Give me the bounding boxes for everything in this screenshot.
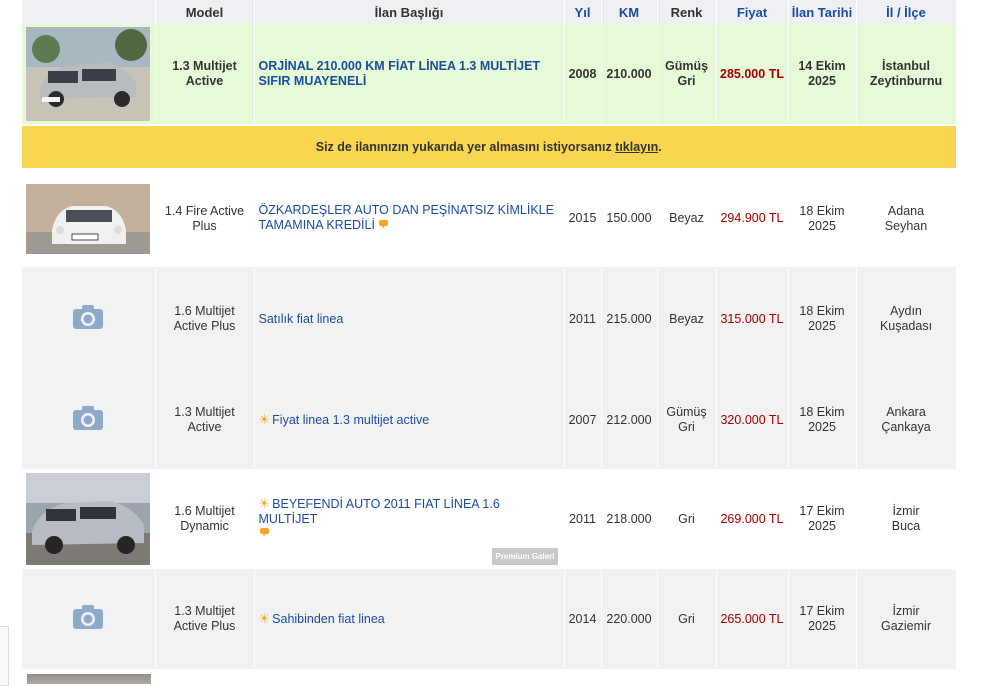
table-header-row: Model İlan Başlığı Yıl KM Renk Fiyat İla… [22, 0, 957, 24]
listing-location: Ankara Çankaya [856, 371, 957, 469]
listing-km: 212.000 [601, 371, 658, 469]
car-photo-silver-sedan[interactable] [26, 27, 151, 121]
listing-year: 2011 [564, 267, 602, 371]
listing-date: 14 Ekim 2025 [788, 24, 857, 125]
listing-title-link[interactable]: ÖZKARDEŞLER AUTO DAN PEŞİNATSIZ KİMLİKLE… [259, 203, 554, 232]
listing-photo[interactable] [22, 24, 156, 125]
listing-title[interactable]: Satılık fiat linea [254, 267, 565, 371]
listing-title[interactable]: ☀ Fiyat linea 1.3 multijet active [254, 371, 565, 469]
listing-date: 18 Ekim 2025 [788, 267, 857, 371]
listing-price: 315.000 TL [716, 267, 789, 371]
listing-title-link[interactable]: BEYEFENDİ AUTO 2011 FIAT LİNEA 1.6 MULTİ… [259, 497, 500, 526]
listing-km: 210.000 [601, 24, 658, 125]
listing-date: 17 Ekim 2025 [788, 469, 857, 569]
sort-year[interactable]: Yıl [564, 0, 602, 24]
listing-table: Model İlan Başlığı Yıl KM Renk Fiyat İla… [22, 0, 957, 669]
highlight-star-icon: ☀ [258, 611, 271, 626]
camera-icon [72, 304, 104, 330]
sort-date[interactable]: İlan Tarihi [788, 0, 857, 24]
promo-banner: Siz de ilanınızın yukarıda yer almasını … [22, 124, 957, 170]
table-row[interactable]: 1.3 Multijet Active ORJİNAL 210.000 KM Fİ… [22, 24, 957, 125]
listing-color: Gri [657, 569, 717, 669]
listing-location: Adana Seyhan [856, 169, 957, 267]
listing-color: Beyaz [657, 169, 717, 267]
highlight-star-icon: ☀ [258, 495, 271, 511]
listing-model: 1.3 Multijet Active Plus [155, 569, 255, 669]
listing-title-link[interactable]: ORJİNAL 210.000 KM FİAT LİNEA 1.3 MULTİJ… [259, 59, 541, 88]
listing-title[interactable]: ☀ BEYEFENDİ AUTO 2011 FIAT LİNEA 1.6 MULT… [254, 469, 565, 569]
listing-model: 1.4 Fire Active Plus [155, 169, 255, 267]
listing-price: 269.000 TL [716, 469, 789, 569]
listing-price: 285.000 TL [716, 24, 789, 125]
listing-km: 220.000 [601, 569, 658, 669]
listing-model: 1.6 Multijet Active Plus [155, 267, 255, 371]
listing-photo[interactable] [22, 569, 156, 669]
sort-location[interactable]: İl / İlçe [856, 0, 957, 24]
listing-color: Beyaz [657, 267, 717, 371]
promo-link[interactable]: tıklayın [615, 140, 658, 154]
listing-price: 320.000 TL [716, 371, 789, 469]
col-photo [22, 0, 156, 24]
next-listing-row-partial[interactable] [22, 671, 956, 684]
listing-year: 2011 [564, 469, 602, 569]
sort-price[interactable]: Fiyat [716, 0, 789, 24]
listing-date: 18 Ekim 2025 [788, 371, 857, 469]
listing-km: 215.000 [601, 267, 658, 371]
car-photo-white-sedan[interactable] [26, 183, 151, 254]
listing-title[interactable]: ORJİNAL 210.000 KM FİAT LİNEA 1.3 MULTİJ… [254, 24, 565, 125]
listing-year: 2015 [564, 169, 602, 267]
sort-km[interactable]: KM [601, 0, 658, 24]
table-row[interactable]: 1.3 Multijet Active Plus ☀ Sahibinden fiat… [22, 569, 957, 669]
speech-bubble-icon [378, 219, 389, 234]
listing-photo[interactable] [22, 371, 156, 469]
col-color: Renk [657, 0, 717, 24]
table-row[interactable]: 1.4 Fire Active Plus ÖZKARDEŞLER AUTO DAN… [22, 169, 957, 267]
listing-year: 2008 [564, 24, 602, 125]
table-row[interactable]: 1.6 Multijet Dynamic ☀ BEYEFENDİ AUTO 2011… [22, 469, 957, 569]
premium-gallery-badge: Premium Galeri [492, 548, 558, 565]
col-title: İlan Başlığı [254, 0, 565, 24]
listing-year: 2014 [564, 569, 602, 669]
listing-price: 265.000 TL [716, 569, 789, 669]
listing-date: 18 Ekim 2025 [788, 169, 857, 267]
camera-icon [72, 604, 104, 630]
listing-photo[interactable] [22, 169, 156, 267]
listing-photo[interactable] [22, 469, 156, 569]
listing-title-link[interactable]: Satılık fiat linea [259, 312, 344, 326]
highlight-star-icon: ☀ [258, 412, 271, 427]
listing-title-link[interactable]: Fiyat linea 1.3 multijet active [272, 413, 429, 427]
listing-location: İzmir Gaziemir [856, 569, 957, 669]
listing-color: Gümüş Gri [657, 371, 717, 469]
listing-location: Aydın Kuşadası [856, 267, 957, 371]
listing-price: 294.900 TL [716, 169, 789, 267]
col-model: Model [155, 0, 255, 24]
listing-color: Gümüş Gri [657, 24, 717, 125]
listing-year: 2007 [564, 371, 602, 469]
listing-title-link[interactable]: Sahibinden fiat linea [272, 612, 385, 626]
listing-model: 1.6 Multijet Dynamic [155, 469, 255, 569]
table-row[interactable]: 1.3 Multijet Active ☀ Fiyat linea 1.3 mult… [22, 371, 957, 469]
listing-location: İzmir Buca [856, 469, 957, 569]
listing-title[interactable]: ÖZKARDEŞLER AUTO DAN PEŞİNATSIZ KİMLİKLE… [254, 169, 565, 267]
listing-color: Gri [657, 469, 717, 569]
promo-row: Siz de ilanınızın yukarıda yer almasını … [22, 124, 957, 170]
camera-icon [72, 405, 104, 431]
side-tab[interactable] [0, 626, 9, 686]
listing-model: 1.3 Multijet Active [155, 24, 255, 125]
listing-km: 218.000 [601, 469, 658, 569]
listing-km: 150.000 [601, 169, 658, 267]
listing-model: 1.3 Multijet Active [155, 371, 255, 469]
listing-title[interactable]: ☀ Sahibinden fiat linea [254, 569, 565, 669]
next-listing-photo-partial[interactable] [27, 674, 151, 684]
listing-date: 17 Ekim 2025 [788, 569, 857, 669]
listing-photo[interactable] [22, 267, 156, 371]
table-row[interactable]: 1.6 Multijet Active Plus Satılık fiat lin… [22, 267, 957, 371]
car-photo-grey-sedan[interactable] [26, 473, 151, 565]
speech-bubble-icon [259, 527, 270, 542]
listing-location: İstanbul Zeytinburnu [856, 24, 957, 125]
left-side-strip [0, 0, 22, 686]
